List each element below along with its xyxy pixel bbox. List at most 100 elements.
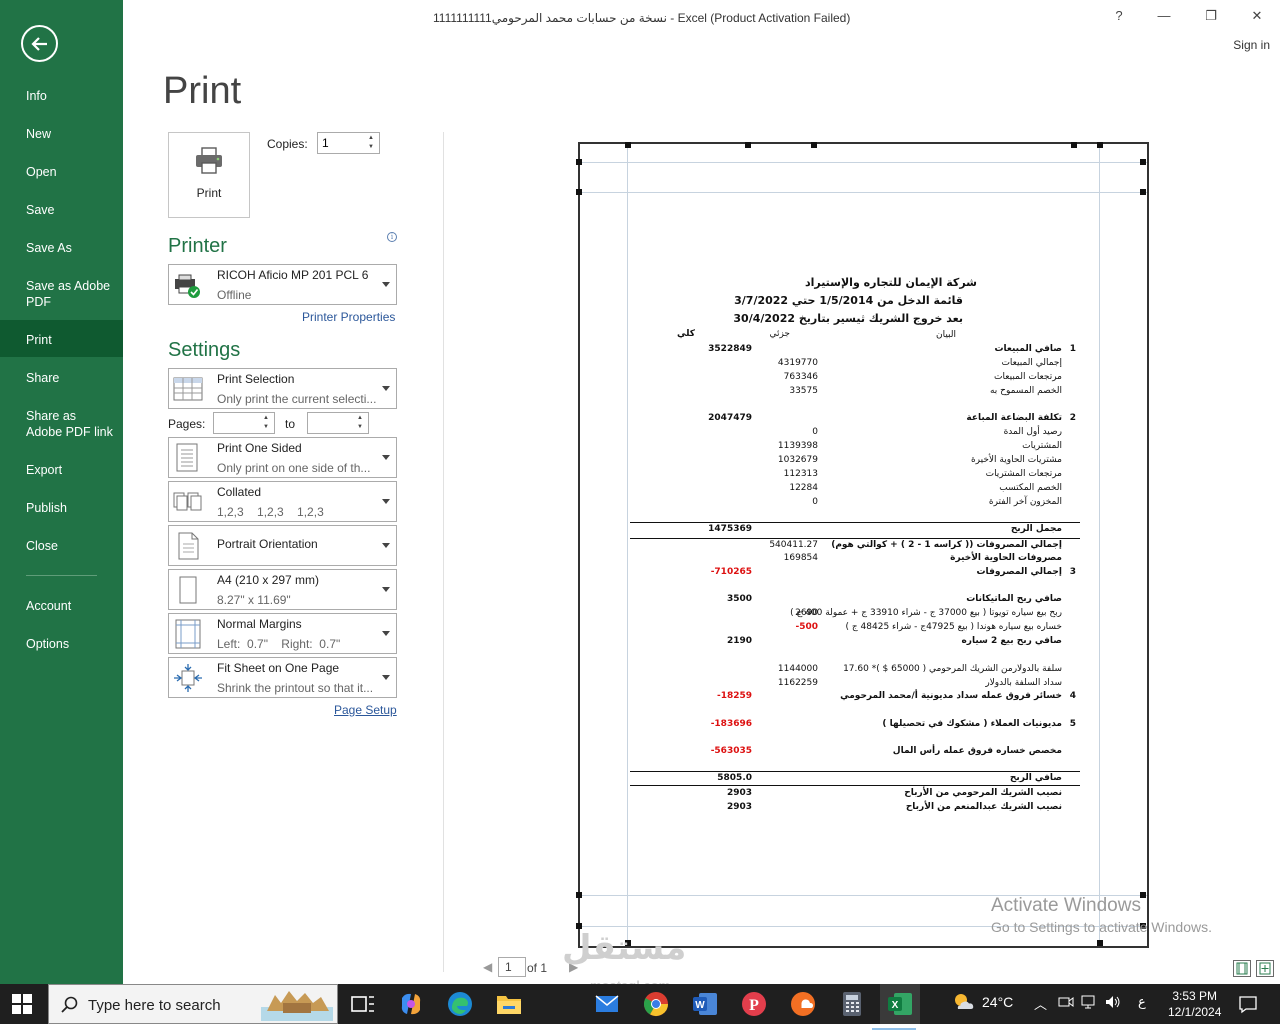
nav-info[interactable]: Info xyxy=(0,88,123,104)
row-total-value: 2903 xyxy=(726,802,752,812)
nav-share[interactable]: Share xyxy=(0,370,123,386)
calculator-icon[interactable] xyxy=(838,990,866,1018)
nav-publish[interactable]: Publish xyxy=(0,500,123,516)
copilot-icon[interactable] xyxy=(397,990,425,1018)
row-partial-value: 33575 xyxy=(789,386,818,396)
print-what-dropdown[interactable]: Print Selection Only print the current s… xyxy=(168,368,397,409)
collated-pages-icon xyxy=(173,492,202,511)
row-label: المشتريات xyxy=(1022,441,1062,451)
margin-handle[interactable] xyxy=(1140,189,1146,195)
nav-share-adobe-pdf-link[interactable]: Share as Adobe PDF link xyxy=(0,408,123,440)
prev-page-icon[interactable]: ◀ xyxy=(483,960,492,974)
notifications-icon[interactable] xyxy=(1238,994,1258,1014)
nav-account[interactable]: Account xyxy=(0,598,123,614)
nav-print[interactable]: Print xyxy=(0,320,123,357)
paper-size-desc: 8.27" x 11.69" xyxy=(217,593,291,607)
volume-icon[interactable] xyxy=(1104,994,1122,1010)
soundcloud-icon[interactable] xyxy=(789,990,817,1018)
collation-dropdown[interactable]: Collated 1,2,3 1,2,3 1,2,3 xyxy=(168,481,397,522)
row-label: تكلفة البضاعة المباعة xyxy=(966,413,1062,423)
nav-new[interactable]: New xyxy=(0,126,123,142)
word-icon[interactable]: W xyxy=(691,990,719,1018)
orientation-dropdown[interactable]: Portrait Orientation xyxy=(168,525,397,566)
info-icon[interactable]: i xyxy=(387,232,397,242)
spin-arrows-icon[interactable]: ▲ ▼ xyxy=(368,134,377,152)
spin-arrows-icon[interactable]: ▲ ▼ xyxy=(263,414,272,432)
nav-close[interactable]: Close xyxy=(0,538,123,554)
input-language[interactable]: ع xyxy=(1138,994,1146,1010)
sides-dropdown[interactable]: Print One Sided Only print on one side o… xyxy=(168,437,397,478)
windows-start-icon[interactable] xyxy=(12,994,32,1014)
backstage-sidebar: Info New Open Save Save As Save as Adobe… xyxy=(0,0,123,984)
task-view-icon[interactable] xyxy=(349,990,377,1018)
nav-save-as[interactable]: Save As xyxy=(0,240,123,256)
row-number: 4 xyxy=(1069,691,1076,701)
excel-taskbar-button[interactable]: X xyxy=(872,984,920,1030)
nav-divider xyxy=(26,575,97,576)
left-margin-line xyxy=(627,144,628,946)
restore-button[interactable]: ❐ xyxy=(1198,6,1224,26)
edge-icon[interactable] xyxy=(446,990,474,1018)
show-margins-icon[interactable] xyxy=(1233,960,1251,977)
page-setup-link[interactable]: Page Setup xyxy=(334,703,397,717)
row-label: نصيب الشريك المرحومي من الأرباح xyxy=(904,788,1062,798)
row-total-value: 2903 xyxy=(726,788,752,798)
nav-save-as-adobe-pdf[interactable]: Save as Adobe PDF xyxy=(0,278,123,310)
row-partial-value: -500 xyxy=(795,622,818,632)
margin-handle[interactable] xyxy=(576,189,582,195)
temperature: 24°C xyxy=(982,994,1014,1010)
chevron-up-icon[interactable]: ︿ xyxy=(1034,994,1047,1013)
margin-handle[interactable] xyxy=(625,142,631,148)
statement-title: قائمة الدخل من 1/5/2014 حتي 3/7/2022 xyxy=(734,294,963,307)
close-window-button[interactable]: ✕ xyxy=(1244,6,1270,26)
pages-from-stepper[interactable]: ▲ ▼ xyxy=(213,412,275,434)
help-button[interactable]: ? xyxy=(1106,6,1132,26)
nav-save[interactable]: Save xyxy=(0,202,123,218)
back-button[interactable] xyxy=(21,25,58,62)
file-explorer-icon[interactable] xyxy=(495,990,523,1018)
margin-handle[interactable] xyxy=(576,892,582,898)
copies-stepper[interactable]: ▲▼ xyxy=(317,132,380,154)
printer-properties-link[interactable]: Printer Properties xyxy=(302,310,395,324)
margin-handle[interactable] xyxy=(811,142,817,148)
row-label: الخصم المكتسب xyxy=(999,483,1062,493)
collation-desc: 1,2,3 1,2,3 1,2,3 xyxy=(217,505,324,519)
row-label: خسائر فروق عمله سداد مديونية أ/محمد المر… xyxy=(840,691,1062,701)
nav-open[interactable]: Open xyxy=(0,164,123,180)
paper-size-dropdown[interactable]: A4 (210 x 297 mm) 8.27" x 11.69" xyxy=(168,569,397,610)
page-number-input[interactable]: 1 xyxy=(498,957,526,977)
margins-dropdown[interactable]: Normal Margins Left: 0.7" Right: 0.7" xyxy=(168,613,397,654)
meet-now-icon[interactable] xyxy=(1058,995,1074,1009)
chrome-icon[interactable] xyxy=(642,990,670,1018)
zoom-to-page-icon[interactable] xyxy=(1256,960,1274,977)
mail-icon[interactable] xyxy=(593,990,621,1018)
print-what-desc: Only print the current selecti... xyxy=(217,392,377,406)
margin-handle[interactable] xyxy=(745,142,751,148)
pinterest-icon[interactable]: P xyxy=(740,990,768,1018)
to-label: to xyxy=(285,417,296,431)
taskbar-search[interactable]: Type here to search xyxy=(48,984,338,1024)
clock[interactable]: 3:53 PM 12/1/2024 xyxy=(1168,988,1221,1020)
sign-in-link[interactable]: Sign in xyxy=(1233,38,1270,52)
margins-icon xyxy=(175,619,201,649)
row-total-value: -563035 xyxy=(710,746,752,756)
margin-handle[interactable] xyxy=(576,159,582,165)
nav-export[interactable]: Export xyxy=(0,462,123,478)
margin-handle[interactable] xyxy=(1097,142,1103,148)
rule-line xyxy=(630,538,1080,539)
row-total-value: 3522849 xyxy=(708,344,752,354)
margin-handle[interactable] xyxy=(1140,159,1146,165)
copies-input[interactable] xyxy=(322,136,362,150)
row-total-value: 5805.0 xyxy=(717,773,752,783)
nav-options[interactable]: Options xyxy=(0,636,123,652)
row-label: إجمالي المصروفات xyxy=(976,567,1062,577)
print-button[interactable]: Print xyxy=(168,132,250,218)
printer-dropdown[interactable]: RICOH Aficio MP 201 PCL 6 Offline xyxy=(168,264,397,305)
minimize-button[interactable]: — xyxy=(1151,6,1177,26)
scaling-dropdown[interactable]: Fit Sheet on One Page Shrink the printou… xyxy=(168,657,397,698)
margin-handle[interactable] xyxy=(1097,940,1103,946)
spin-arrows-icon[interactable]: ▲ ▼ xyxy=(357,414,366,432)
margin-handle[interactable] xyxy=(1071,142,1077,148)
pages-to-stepper[interactable]: ▲ ▼ xyxy=(307,412,369,434)
network-icon[interactable] xyxy=(1080,994,1098,1010)
